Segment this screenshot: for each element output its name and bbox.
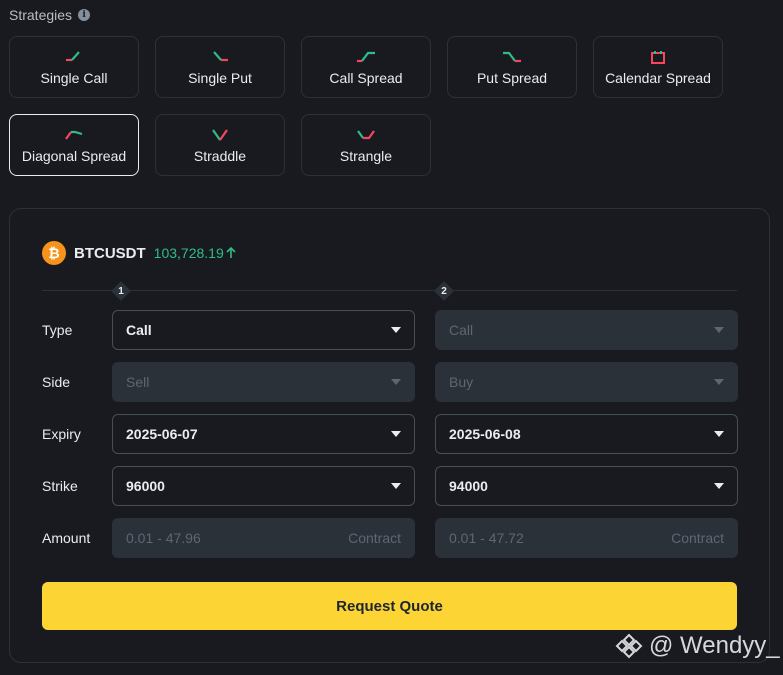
call-spread-icon bbox=[357, 51, 375, 63]
amount-unit: Contract bbox=[348, 530, 401, 546]
strategy-strangle[interactable]: Strangle bbox=[301, 114, 431, 176]
leg-2-expiry-select[interactable]: 2025-06-08 bbox=[435, 414, 738, 454]
strategy-call-spread[interactable]: Call Spread bbox=[301, 36, 431, 98]
leg-2-type-select: Call bbox=[435, 310, 738, 350]
leg-1-badge: 1 bbox=[111, 281, 131, 301]
ticker-symbol: BTCUSDT bbox=[74, 244, 146, 262]
leg-1-strike-select[interactable]: 96000 bbox=[112, 466, 415, 506]
info-icon[interactable]: i bbox=[78, 9, 91, 21]
leg-1-side-select: Sell bbox=[112, 362, 415, 402]
strategies-title: Strategies bbox=[9, 7, 73, 23]
expiry-label: Expiry bbox=[42, 426, 81, 442]
leg-2-amount-input[interactable]: 0.01 - 47.72 Contract bbox=[435, 518, 738, 558]
strategy-put-spread[interactable]: Put Spread bbox=[447, 36, 577, 98]
caret-down-icon bbox=[391, 327, 401, 333]
leg-2-badge: 2 bbox=[434, 281, 454, 301]
side-label: Side bbox=[42, 374, 71, 390]
caret-down-icon bbox=[391, 379, 401, 385]
leg-1-expiry-select[interactable]: 2025-06-07 bbox=[112, 414, 415, 454]
ticker-row: ₿ BTCUSDT 103,728.19 bbox=[42, 241, 236, 265]
order-panel: ₿ BTCUSDT 103,728.19 1 2 Type Call Call … bbox=[9, 208, 770, 663]
strategy-single-call[interactable]: Single Call bbox=[9, 36, 139, 98]
divider bbox=[42, 290, 737, 291]
single-call-icon bbox=[66, 51, 80, 62]
caret-down-icon bbox=[714, 431, 724, 437]
binance-logo-icon bbox=[615, 633, 643, 659]
calendar-spread-icon bbox=[651, 51, 665, 64]
bitcoin-icon: ₿ bbox=[42, 241, 66, 265]
strangle-icon bbox=[357, 130, 375, 140]
watermark: @ Wendyy_ bbox=[615, 632, 780, 660]
leg-1-type-select[interactable]: Call bbox=[112, 310, 415, 350]
watermark-text: @ Wendyy_ bbox=[649, 632, 780, 659]
caret-down-icon bbox=[714, 483, 724, 489]
strategies-header: Strategies i bbox=[9, 7, 91, 23]
caret-down-icon bbox=[391, 431, 401, 437]
leg-2-side-select: Buy bbox=[435, 362, 738, 402]
put-spread-icon bbox=[503, 51, 521, 63]
straddle-icon bbox=[212, 129, 228, 141]
leg-2-strike-select[interactable]: 94000 bbox=[435, 466, 738, 506]
strategy-single-put[interactable]: Single Put bbox=[155, 36, 285, 98]
ticker-price: 103,728.19 bbox=[154, 245, 236, 261]
single-put-icon bbox=[213, 51, 228, 62]
request-quote-button[interactable]: Request Quote bbox=[42, 582, 737, 630]
amount-unit: Contract bbox=[671, 530, 724, 546]
amount-label: Amount bbox=[42, 530, 91, 546]
strategy-diagonal-spread[interactable]: Diagonal Spread bbox=[9, 114, 139, 176]
caret-down-icon bbox=[714, 379, 724, 385]
caret-down-icon bbox=[714, 327, 724, 333]
caret-down-icon bbox=[391, 483, 401, 489]
strike-label: Strike bbox=[42, 478, 78, 494]
leg-1-amount-input[interactable]: 0.01 - 47.96 Contract bbox=[112, 518, 415, 558]
strategy-calendar-spread[interactable]: Calendar Spread bbox=[593, 36, 723, 98]
strategy-straddle[interactable]: Straddle bbox=[155, 114, 285, 176]
arrow-up-icon bbox=[226, 247, 236, 258]
type-label: Type bbox=[42, 322, 73, 338]
diagonal-spread-icon bbox=[65, 130, 83, 140]
